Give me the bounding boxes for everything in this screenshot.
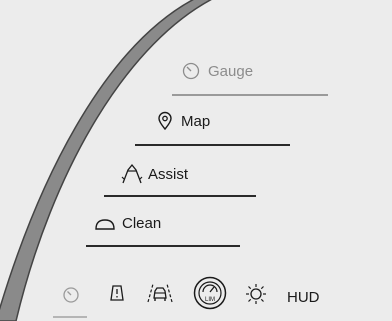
menu-item-label: Map <box>181 112 211 130</box>
divider <box>104 195 256 197</box>
menu-item-label: Assist <box>148 165 189 183</box>
menu-item-label: Clean <box>122 215 162 232</box>
divider <box>172 94 328 96</box>
menu-item-clean[interactable]: Clean <box>94 215 161 232</box>
car-assist-button[interactable] <box>145 282 175 308</box>
bottom-gauge-button[interactable] <box>60 286 82 308</box>
menu-item-assist[interactable]: Assist <box>119 162 188 186</box>
divider <box>135 144 290 146</box>
speed-limit-icon: LIM <box>193 276 227 315</box>
menu-item-map[interactable]: Map <box>156 111 210 131</box>
hud-settings-screen: Gauge Map Assist Clean LIM HUD <box>0 0 392 321</box>
assist-icon <box>119 162 145 186</box>
brightness-icon <box>244 282 268 311</box>
brightness-button[interactable] <box>244 282 268 311</box>
car-assist-icon <box>145 280 175 311</box>
menu-item-label: Gauge <box>208 62 254 80</box>
speed-limit-text: LIM <box>205 297 215 303</box>
selected-indicator <box>53 316 87 318</box>
map-pin-icon <box>156 111 174 131</box>
divider <box>86 245 240 247</box>
menu-item-gauge[interactable]: Gauge <box>181 61 253 81</box>
display-frame-curve <box>0 0 213 321</box>
road-sign-button[interactable] <box>106 284 128 306</box>
gauge-icon <box>61 285 81 310</box>
speed-limit-button[interactable]: LIM <box>193 276 227 315</box>
hud-button[interactable]: HUD <box>287 289 320 306</box>
road-sign-icon <box>107 283 127 308</box>
clean-icon <box>94 217 116 231</box>
gauge-icon <box>181 61 201 81</box>
